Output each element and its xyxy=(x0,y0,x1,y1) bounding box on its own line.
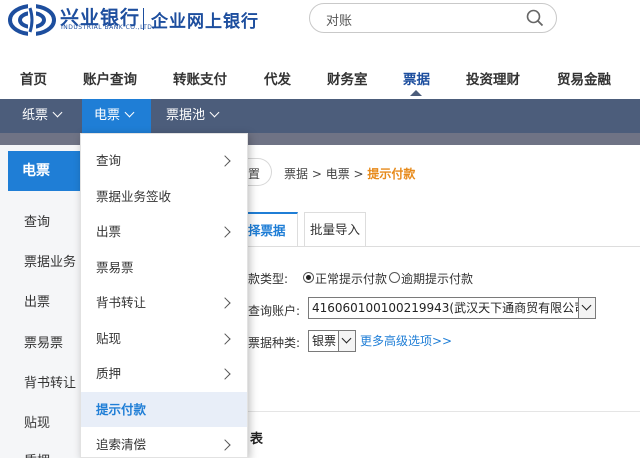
menu-item-pledge[interactable]: 质押 xyxy=(81,356,247,392)
radio-normal-payment-label[interactable]: 正常提示付款 xyxy=(315,270,387,287)
breadcrumb-home-tab[interactable]: 置 xyxy=(248,158,272,186)
chevron-down-icon xyxy=(578,298,595,318)
page: 兴业银行 INDUSTRIAL BANK CO.,LTD. 企业网上银行 对账 … xyxy=(0,0,640,458)
menu-item-recourse[interactable]: 追索清偿 xyxy=(81,427,247,458)
chevron-right-icon xyxy=(219,332,231,345)
account-select-value: 416060100100219943(武汉天下通商贸有限公司) xyxy=(312,301,591,315)
topnav-item-home[interactable]: 首页 xyxy=(20,68,47,88)
subnav-item-bill-pool[interactable]: 票据池 xyxy=(154,99,230,133)
menu-item-issue[interactable]: 出票 xyxy=(81,214,247,250)
account-label: 查询账户: xyxy=(248,304,301,318)
breadcrumb-item-current: 提示付款 xyxy=(367,167,416,181)
breadcrumb: 票据 > 电票 > 提示付款 xyxy=(284,165,415,182)
sidebar-title[interactable]: 电票 xyxy=(8,151,80,191)
sidebar-item-bill-swap[interactable]: 票易票 xyxy=(24,332,63,351)
tab-batch-import[interactable]: 批量导入 xyxy=(304,212,366,246)
menu-item-bill-swap[interactable]: 票易票 xyxy=(81,250,247,286)
sidebar-item-query[interactable]: 查询 xyxy=(24,211,50,230)
sidebar-item-endorse[interactable]: 背书转让 xyxy=(24,372,76,391)
menu-item-label: 出票 xyxy=(96,224,122,239)
menu-item-bill-sign[interactable]: 票据业务签收 xyxy=(81,179,247,215)
header: 兴业银行 INDUSTRIAL BANK CO.,LTD. 企业网上银行 对账 xyxy=(0,0,640,52)
account-select[interactable]: 416060100100219943(武汉天下通商贸有限公司) xyxy=(308,297,596,319)
subnav-item-label: 纸票 xyxy=(22,108,49,123)
section-divider xyxy=(248,411,640,412)
chevron-down-icon xyxy=(209,107,220,118)
topnav-item-trade-finance[interactable]: 贸易金融 xyxy=(557,68,611,88)
bill-kind-select-value: 银票 xyxy=(312,334,337,348)
portal-name: 企业网上银行 xyxy=(151,12,259,32)
radio-overdue-payment-label[interactable]: 逾期提示付款 xyxy=(401,270,473,287)
e-bill-dropdown-menu: 查询 票据业务签收 出票 票易票 背书转让 贴现 质押 提示付款 追索清偿 xyxy=(80,133,248,458)
breadcrumb-item-bills[interactable]: 票据 xyxy=(284,167,308,181)
menu-item-label: 背书转让 xyxy=(96,295,147,310)
chevron-down-icon xyxy=(52,107,63,118)
topnav-item-payroll[interactable]: 代发 xyxy=(264,68,291,88)
sidebar-item-discount[interactable]: 贴现 xyxy=(24,412,50,431)
sub-nav: 纸票 电票 票据池 xyxy=(0,99,640,133)
search-input[interactable]: 对账 xyxy=(309,3,557,33)
sidebar-item-issue[interactable]: 出票 xyxy=(24,291,50,310)
subnav-item-e-bill[interactable]: 电票 xyxy=(82,99,151,133)
subnav-item-label: 电票 xyxy=(94,108,121,123)
menu-item-present-payment[interactable]: 提示付款 xyxy=(81,391,247,427)
subnav-item-label: 票据池 xyxy=(166,108,206,123)
search-input-value: 对账 xyxy=(326,14,353,29)
menu-item-label: 查询 xyxy=(96,153,122,168)
payment-type-label: 款类型: xyxy=(248,272,289,286)
breadcrumb-separator: > xyxy=(308,167,326,181)
chevron-down-icon xyxy=(124,107,135,118)
search-icon[interactable] xyxy=(526,9,544,27)
sidebar: 电票 查询 票据业务 出票 票易票 背书转让 贴现 质押 xyxy=(0,145,80,458)
menu-item-label: 提示付款 xyxy=(96,401,147,417)
menu-item-label: 票易票 xyxy=(96,259,134,275)
chevron-right-icon xyxy=(219,368,231,380)
menu-item-label: 追索清偿 xyxy=(96,437,147,452)
tab-select-bill[interactable]: 择票据 xyxy=(248,212,298,246)
bank-name-en: INDUSTRIAL BANK CO.,LTD. xyxy=(61,24,155,31)
bank-logo-icon xyxy=(8,4,56,36)
menu-item-discount[interactable]: 贴现 xyxy=(81,321,247,357)
chevron-right-icon xyxy=(219,297,231,309)
bill-kind-select[interactable]: 银票 xyxy=(308,330,356,352)
topnav-item-investment[interactable]: 投资理财 xyxy=(466,68,520,88)
breadcrumb-item-e-bill[interactable]: 电票 xyxy=(326,167,350,181)
topnav-item-account-query[interactable]: 账户查询 xyxy=(83,68,137,88)
sidebar-item-bill-business[interactable]: 票据业务 xyxy=(24,251,76,270)
topnav-item-transfer[interactable]: 转账支付 xyxy=(173,68,227,88)
section-title: 表 xyxy=(250,432,264,447)
chevron-right-icon xyxy=(219,439,231,451)
radio-overdue-payment[interactable] xyxy=(389,272,400,283)
breadcrumb-separator: > xyxy=(349,167,368,181)
menu-item-label: 票据业务签收 xyxy=(96,188,172,204)
chevron-right-icon xyxy=(219,226,231,238)
top-nav: 首页 账户查询 转账支付 代发 财务室 票据 投资理财 贸易金融 xyxy=(0,56,640,98)
menu-item-query[interactable]: 查询 xyxy=(81,143,247,179)
sidebar-item-pledge[interactable]: 质押 xyxy=(24,450,50,458)
active-nav-indicator xyxy=(410,90,422,96)
breadcrumb-fragment: 置 xyxy=(248,167,261,181)
tabs-divider xyxy=(248,246,640,247)
chevron-down-icon xyxy=(338,331,355,351)
bill-kind-label: 票据种类: xyxy=(248,336,301,350)
more-options-link[interactable]: 更多高级选项>> xyxy=(360,332,452,349)
topnav-item-bills[interactable]: 票据 xyxy=(403,68,430,88)
radio-normal-payment[interactable] xyxy=(303,272,314,283)
subnav-item-paper-bill[interactable]: 纸票 xyxy=(10,99,73,133)
topnav-item-finance-office[interactable]: 财务室 xyxy=(327,68,368,88)
menu-item-label: 贴现 xyxy=(96,330,122,346)
menu-item-endorse[interactable]: 背书转让 xyxy=(81,285,247,321)
chevron-right-icon xyxy=(219,155,231,167)
header-divider xyxy=(143,8,144,30)
menu-item-label: 质押 xyxy=(96,366,122,381)
